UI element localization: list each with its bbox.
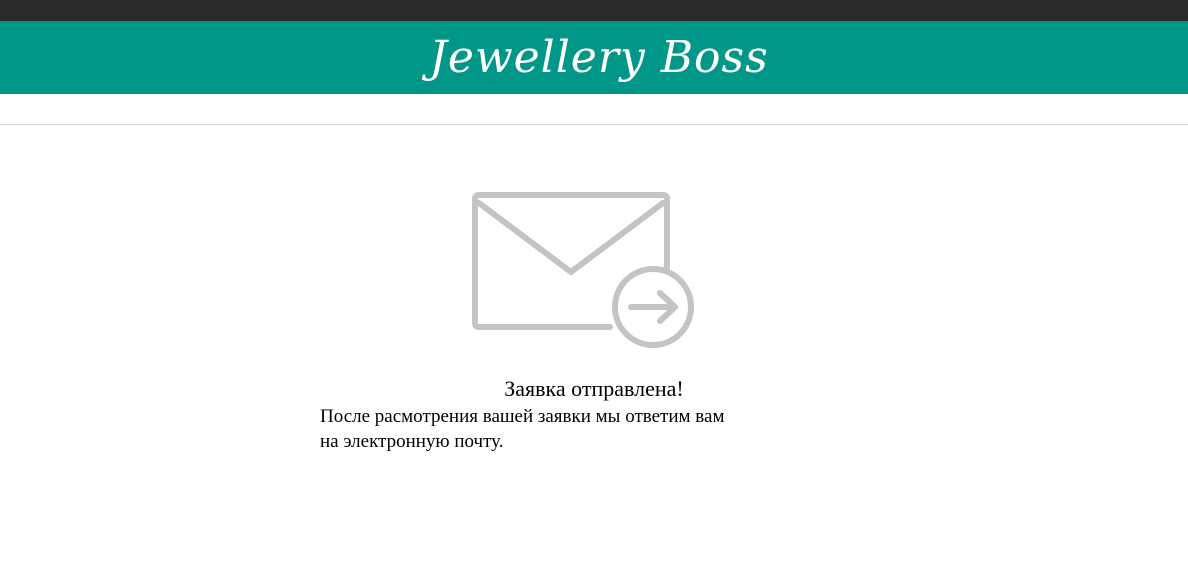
confirmation-message-line-1: После расмотрения вашей заявки мы ответи… [320, 406, 725, 427]
top-bar [0, 0, 1188, 21]
site-header: Jewellery Boss [0, 21, 1188, 94]
site-logo[interactable]: Jewellery Boss [429, 35, 768, 80]
confirmation-message-line-2: на электронную почту. [320, 431, 504, 452]
confirmation-message: После расмотрения вашей заявки мы ответи… [320, 404, 840, 454]
mail-sent-icon [472, 192, 694, 348]
confirmation-title: Заявка отправлена! [504, 376, 684, 401]
header-divider [0, 124, 1188, 125]
